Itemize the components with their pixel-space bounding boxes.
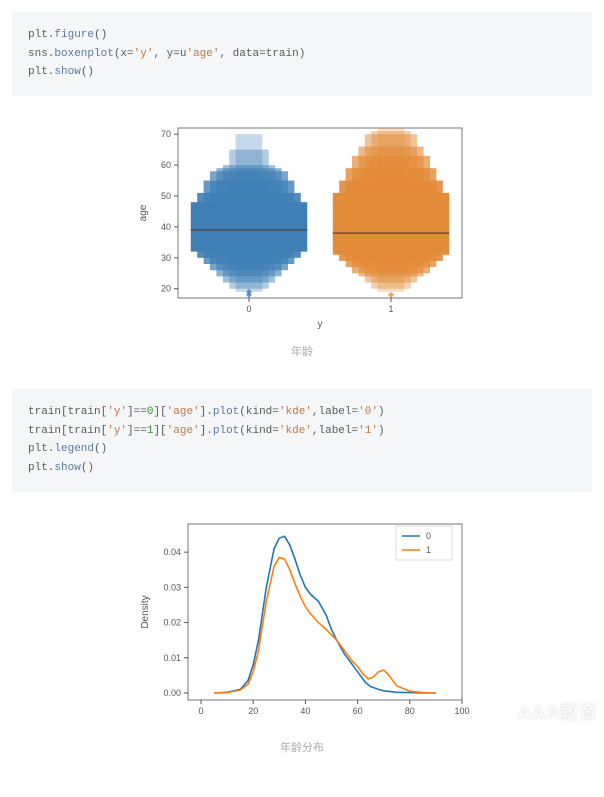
svg-text:0: 0 — [426, 531, 431, 541]
svg-text:70: 70 — [161, 129, 171, 139]
kde-svg: 0.00 0.01 0.02 0.03 0.04 Density 0 20 40 60 80 100 0… — [132, 516, 472, 726]
svg-text:80: 80 — [405, 706, 415, 716]
svg-text:0: 0 — [199, 706, 204, 716]
svg-text:y: y — [318, 319, 323, 330]
svg-text:0.01: 0.01 — [163, 653, 181, 663]
svg-text:60: 60 — [353, 706, 363, 716]
svg-text:100: 100 — [454, 706, 469, 716]
boxen-svg: 20 30 40 50 60 70 age 0 1 y — [132, 120, 472, 330]
code-block-2: train[train['y']==0]['age'].plot(kind='k… — [12, 389, 592, 492]
svg-text:0.03: 0.03 — [163, 582, 181, 592]
svg-text:0.00: 0.00 — [163, 688, 181, 698]
caption-2: 年龄分布 — [12, 739, 592, 755]
svg-text:20: 20 — [248, 706, 258, 716]
svg-text:0.04: 0.04 — [163, 547, 181, 557]
svg-text:30: 30 — [161, 253, 171, 263]
svg-text:1: 1 — [388, 304, 393, 314]
svg-text:Density: Density — [140, 595, 151, 628]
svg-text:0.02: 0.02 — [163, 617, 181, 627]
svg-text:age: age — [138, 204, 149, 221]
boxen-chart: 20 30 40 50 60 70 age 0 1 y 年龄 — [12, 120, 592, 359]
svg-text:60: 60 — [161, 160, 171, 170]
svg-text:20: 20 — [161, 284, 171, 294]
kde-chart: 0.00 0.01 0.02 0.03 0.04 Density 0 20 40 60 80 100 0… — [12, 516, 592, 755]
svg-text:50: 50 — [161, 191, 171, 201]
svg-text:1: 1 — [426, 545, 431, 555]
code-block-1: plt.figure() sns.boxenplot(x='y', y=u'ag… — [12, 12, 592, 96]
svg-text:40: 40 — [161, 222, 171, 232]
caption-1: 年龄 — [12, 343, 592, 359]
svg-text:40: 40 — [300, 706, 310, 716]
svg-text:0: 0 — [246, 304, 251, 314]
